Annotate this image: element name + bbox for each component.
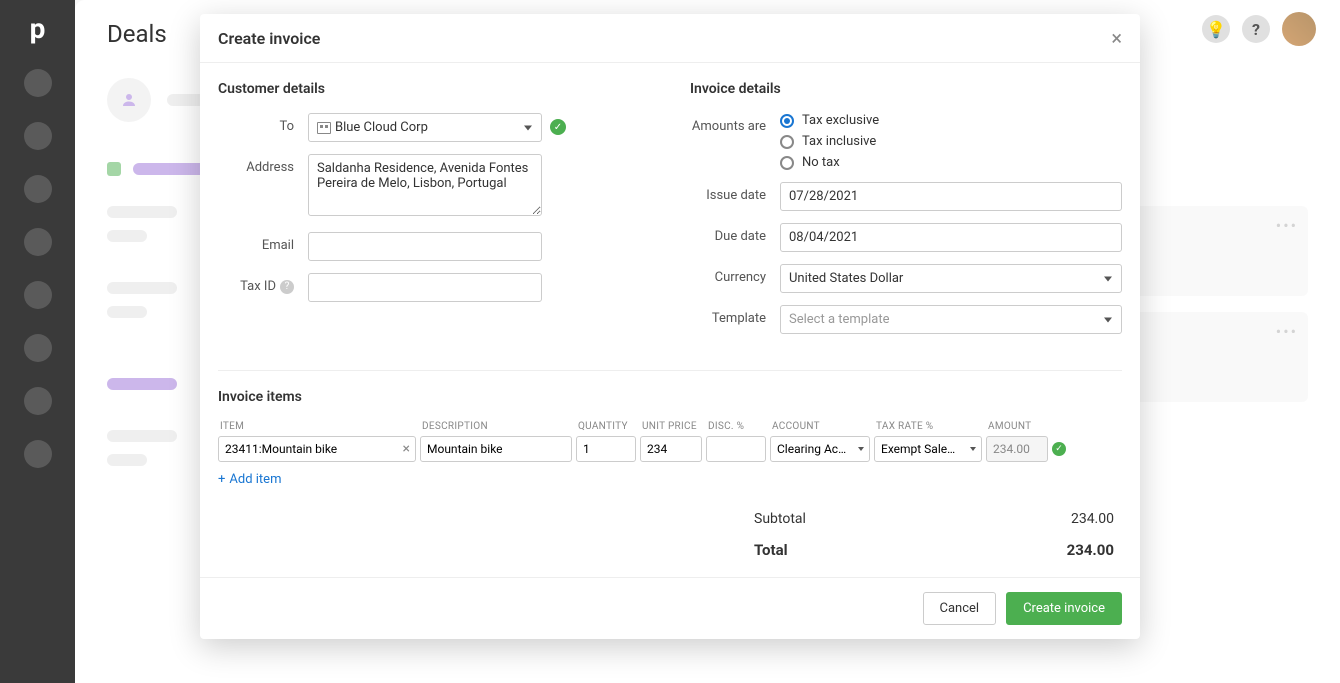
subtotal-label: Subtotal (754, 511, 806, 527)
item-quantity-input[interactable] (576, 436, 636, 462)
invoice-details-section: Invoice details Amounts are Tax exclusiv… (690, 81, 1122, 346)
address-label: Address (218, 154, 308, 175)
modal-footer: Cancel Create invoice (200, 577, 1140, 639)
invoice-items-section: Invoice items ITEM DESCRIPTION QUANTITY … (218, 370, 1122, 559)
to-label: To (218, 113, 308, 134)
check-icon (1052, 442, 1066, 456)
col-unit-price: UNIT PRICE (640, 421, 702, 432)
issue-date-input[interactable] (780, 182, 1122, 211)
cancel-button[interactable]: Cancel (923, 592, 997, 625)
add-item-button[interactable]: +Add item (218, 472, 281, 487)
modal-title: Create invoice (218, 29, 320, 48)
due-date-input[interactable] (780, 223, 1122, 252)
modal-header: Create invoice × (200, 14, 1140, 63)
amounts-label: Amounts are (690, 113, 780, 134)
col-item: ITEM (218, 421, 416, 432)
col-quantity: QUANTITY (576, 421, 636, 432)
amounts-radio-group: Tax exclusive Tax inclusive No tax (780, 113, 1122, 170)
plus-icon: + (218, 472, 225, 487)
items-section-title: Invoice items (218, 389, 1122, 405)
item-disc-input[interactable] (706, 436, 766, 462)
radio-tax-exclusive[interactable]: Tax exclusive (780, 113, 1122, 128)
item-tax-rate-select[interactable]: Exempt Sale… (874, 436, 982, 462)
help-icon[interactable]: ? (280, 280, 294, 294)
item-description-input[interactable] (420, 436, 572, 462)
nav-item[interactable] (24, 122, 52, 150)
nav-item[interactable] (24, 440, 52, 468)
col-disc: DISC. % (706, 421, 766, 432)
template-select[interactable]: Select a template (780, 305, 1122, 334)
close-icon[interactable]: × (1111, 26, 1122, 50)
tax-id-input[interactable] (308, 273, 542, 302)
template-label: Template (690, 305, 780, 326)
item-account-select[interactable]: Clearing Acc… (770, 436, 870, 462)
currency-select[interactable]: United States Dollar (780, 264, 1122, 293)
invoice-section-title: Invoice details (690, 81, 1122, 97)
col-tax-rate: TAX RATE % (874, 421, 982, 432)
col-account: ACCOUNT (770, 421, 870, 432)
currency-label: Currency (690, 264, 780, 285)
nav-item[interactable] (24, 228, 52, 256)
col-amount: AMOUNT (986, 421, 1048, 432)
item-amount (986, 436, 1048, 462)
logo: p (30, 12, 46, 45)
nav-item[interactable] (24, 69, 52, 97)
topbar: 💡 ? (1202, 12, 1316, 46)
nav-item[interactable] (24, 387, 52, 415)
issue-date-label: Issue date (690, 182, 780, 203)
nav-item[interactable] (24, 175, 52, 203)
create-invoice-button[interactable]: Create invoice (1006, 592, 1122, 625)
radio-no-tax[interactable]: No tax (780, 155, 1122, 170)
hint-icon[interactable]: 💡 (1202, 15, 1230, 43)
nav-item[interactable] (24, 334, 52, 362)
due-date-label: Due date (690, 223, 780, 244)
user-avatar[interactable] (1282, 12, 1316, 46)
item-unit-price-input[interactable] (640, 436, 702, 462)
email-input[interactable] (308, 232, 542, 261)
email-label: Email (218, 232, 308, 253)
check-icon (550, 119, 566, 135)
building-icon (317, 122, 331, 134)
radio-tax-inclusive[interactable]: Tax inclusive (780, 134, 1122, 149)
customer-section-title: Customer details (218, 81, 650, 97)
item-name-input[interactable] (218, 436, 416, 462)
address-input[interactable]: Saldanha Residence, Avenida Fontes Perei… (308, 154, 542, 216)
nav-item[interactable] (24, 281, 52, 309)
total-value: 234.00 (1067, 541, 1114, 559)
clear-icon[interactable]: × (403, 441, 410, 457)
to-select[interactable]: Blue Cloud Corp (308, 113, 542, 142)
subtotal-value: 234.00 (1071, 511, 1114, 527)
customer-details-section: Customer details To Blue Cloud Corp Addr… (218, 81, 650, 346)
total-label: Total (754, 541, 788, 559)
create-invoice-modal: Create invoice × Customer details To Blu… (200, 14, 1140, 639)
col-description: DESCRIPTION (420, 421, 572, 432)
help-icon[interactable]: ? (1242, 15, 1270, 43)
tax-id-label: Tax ID? (218, 273, 308, 294)
nav-sidebar: p (0, 0, 75, 683)
